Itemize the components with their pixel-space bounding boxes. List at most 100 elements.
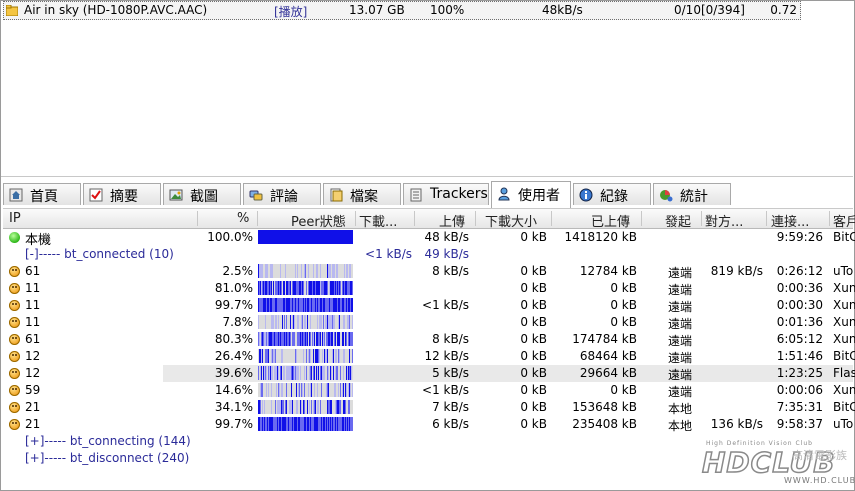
tab-files[interactable]: 檔案 (323, 183, 401, 205)
peer-initiator: 遠端 (668, 334, 693, 348)
peer-face-icon (9, 385, 20, 396)
table-row[interactable]: 21 99.7% 6 kB/s 0 kB 235408 kB 本地 136 kB/s 9:58… (3, 416, 853, 433)
peer-face-icon (9, 266, 20, 277)
files-icon (330, 188, 343, 202)
group-label[interactable]: [+]----- bt_disconnect (240) (25, 451, 189, 465)
col-dl-size[interactable]: 下載大小 (485, 211, 537, 230)
peer-ip: 11 (25, 281, 41, 295)
peer-status-bar (258, 264, 353, 278)
peer-ip: 21 (25, 417, 41, 431)
peer-status-bar (258, 383, 353, 397)
group-connected[interactable]: [-]----- bt_connected (10) <1 kB/s 49 kB… (3, 246, 853, 263)
peer-initiator: 本地 (668, 402, 693, 416)
table-row[interactable]: 11 7.8% 0 kB 0 kB 遠端 0:01:36 Xun (3, 314, 855, 331)
peer-pct: 7.8% (222, 315, 254, 329)
peer-client: BitC (833, 230, 855, 244)
tab-home[interactable]: 首頁 (3, 183, 81, 205)
tab-trackers[interactable]: Trackers (403, 183, 489, 205)
col-client[interactable]: 客戶 (833, 211, 855, 230)
peer-face-icon (9, 419, 20, 430)
peer-face-icon (9, 283, 20, 294)
peer-pct: 2.5% (222, 264, 254, 278)
tracker-icon (410, 188, 422, 202)
peer-upload: 12 kB/s (424, 349, 469, 363)
col-peer-status[interactable]: Peer狀態 (291, 211, 346, 230)
peer-pct: 34.1% (214, 400, 253, 414)
tab-screenshots[interactable]: 截圖 (163, 183, 241, 205)
torrent-size: 13.07 GB (349, 3, 405, 17)
divider (1, 176, 853, 177)
peer-table-header: IP % Peer狀態 下載... 上傳 下載大小 已上傳 發起 對方... 連… (3, 208, 855, 230)
peer-client: BitC (833, 400, 855, 414)
peer-initiator: 遠端 (668, 283, 693, 297)
peer-ip: 21 (25, 400, 41, 414)
peer-dl-size: 0 kB (520, 417, 547, 431)
peer-ip: 12 (25, 349, 41, 363)
table-row[interactable]: 12 26.4% 12 kB/s 0 kB 68464 kB 遠端 1:51:46 BitC (3, 348, 855, 365)
hdclub-logo: High Definition Vision Club HDCLUB 高清電影族… (700, 440, 855, 486)
peer-face-icon (9, 300, 20, 311)
peer-dl-size: 0 kB (520, 230, 547, 244)
torrent-file-icon (6, 5, 18, 16)
torrent-upload-speed: 48kB/s (542, 3, 583, 17)
torrent-row[interactable]: Air in sky (HD-1080P.AVC.AAC) [播放] 13.07… (3, 1, 801, 20)
peer-remote-speed: 819 kB/s (710, 264, 763, 278)
peer-pct: 99.7% (214, 298, 253, 312)
peer-uploaded: 1418120 kB (564, 230, 637, 244)
table-row[interactable]: 21 34.1% 7 kB/s 0 kB 153648 kB 本地 7:35:31 BitC (3, 399, 855, 416)
peer-status-bar (258, 366, 353, 380)
peer-connected: 1:23:25 (776, 366, 823, 380)
col-pct[interactable]: % (237, 211, 249, 226)
users-icon (498, 187, 510, 201)
peer-uploaded: 0 kB (610, 315, 637, 329)
col-initiator[interactable]: 發起 (665, 211, 691, 230)
peer-face-icon (9, 317, 20, 328)
peer-client: Flas (833, 366, 855, 380)
peer-connected: 6:05:12 (776, 332, 823, 346)
group-label[interactable]: [+]----- bt_connecting (144) (25, 434, 191, 448)
peer-dl-size: 0 kB (520, 298, 547, 312)
col-uploaded[interactable]: 已上傳 (591, 211, 630, 230)
logo-url: WWW.HD.CLUB.TW (784, 476, 855, 485)
peer-status-bar (258, 349, 353, 363)
table-row[interactable]: 11 99.7% <1 kB/s 0 kB 0 kB 遠端 0:00:30 Xun (3, 297, 855, 314)
peer-initiator: 本地 (668, 419, 693, 433)
tab-summary[interactable]: 摘要 (83, 183, 161, 205)
info-icon (579, 188, 593, 202)
peer-status-bar (258, 332, 353, 346)
peer-ip: 11 (25, 298, 41, 312)
col-ip[interactable]: IP (9, 211, 21, 226)
table-row[interactable]: 11 81.0% 0 kB 0 kB 遠端 0:00:36 Xun (3, 280, 855, 297)
table-row-local[interactable]: 本機 100.0% 48 kB/s 0 kB 1418120 kB 9:59:2… (3, 229, 855, 248)
peer-initiator: 遠端 (668, 385, 693, 399)
col-upload[interactable]: 上傳 (439, 211, 465, 230)
play-link[interactable]: [播放] (274, 3, 307, 20)
table-row[interactable]: 12 39.6% 5 kB/s 0 kB 29664 kB 遠端 1:23:25 Flas (3, 365, 855, 382)
peer-upload: 8 kB/s (432, 332, 469, 346)
peer-dl-size: 0 kB (520, 366, 547, 380)
peer-upload: 6 kB/s (432, 417, 469, 431)
peer-pct: 80.3% (214, 332, 253, 346)
peer-status-bar (258, 315, 353, 329)
local-status-icon (9, 232, 20, 243)
peer-pct: 81.0% (214, 281, 253, 295)
tab-peers[interactable]: 使用者 (491, 181, 571, 208)
peer-pct: 26.4% (214, 349, 253, 363)
col-remote-speed[interactable]: 對方... (705, 211, 743, 230)
col-connected[interactable]: 連接... (771, 211, 809, 230)
peer-uploaded: 235408 kB (572, 417, 637, 431)
group-label[interactable]: [-]----- bt_connected (10) (25, 247, 174, 261)
tab-log[interactable]: 紀錄 (573, 183, 651, 205)
comments-icon (249, 190, 263, 201)
tab-stats[interactable]: 統計 (653, 183, 731, 205)
peer-upload: <1 kB/s (422, 298, 469, 312)
col-download[interactable]: 下載... (359, 211, 397, 230)
group-download: <1 kB/s (365, 247, 412, 261)
tab-comments[interactable]: 評論 (243, 183, 321, 205)
peer-initiator: 遠端 (668, 266, 693, 280)
table-row[interactable]: 61 2.5% 8 kB/s 0 kB 12784 kB 遠端 819 kB/s 0:26:1… (3, 263, 853, 280)
peer-dl-size: 0 kB (520, 315, 547, 329)
table-row[interactable]: 59 14.6% <1 kB/s 0 kB 0 kB 遠端 0:00:06 Xun (3, 382, 855, 399)
table-row[interactable]: 61 80.3% 8 kB/s 0 kB 174784 kB 遠端 6:05:12 Xun (3, 331, 855, 348)
peer-dl-size: 0 kB (520, 349, 547, 363)
